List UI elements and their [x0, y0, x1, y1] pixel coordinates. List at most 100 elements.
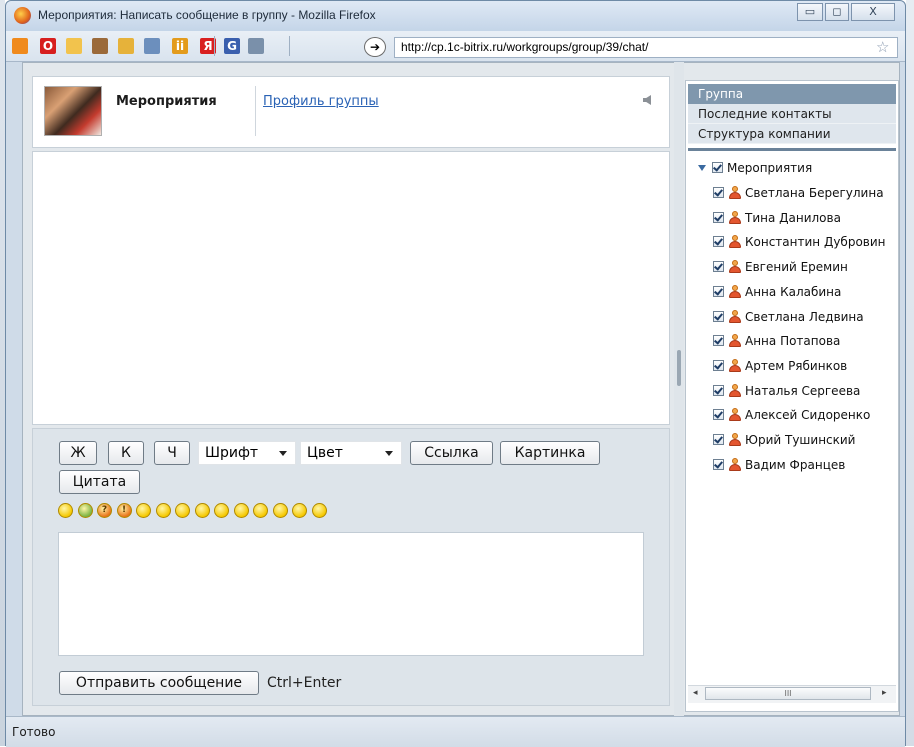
underline-button[interactable]: Ч: [154, 441, 190, 465]
chevron-down-icon: [279, 451, 287, 456]
italic-button[interactable]: К: [108, 441, 144, 465]
user-icon: [728, 408, 741, 422]
people-icon[interactable]: ii: [172, 38, 188, 54]
smile-icon[interactable]: [136, 503, 151, 518]
tree-member-item[interactable]: Наталья Сергеева: [713, 381, 860, 401]
tree-member-item[interactable]: Юрий Тушинский: [713, 430, 855, 450]
member-name: Наталья Сергеева: [745, 383, 861, 398]
checkbox-icon[interactable]: [713, 335, 724, 347]
checkbox-icon[interactable]: [712, 162, 723, 173]
font-select[interactable]: Шрифт: [198, 441, 296, 465]
link-button[interactable]: Ссылка: [410, 441, 493, 465]
scroll-left-icon[interactable]: ◂: [693, 688, 698, 698]
sync-smiley-icon[interactable]: [77, 503, 93, 518]
page-icon[interactable]: [144, 38, 160, 54]
opera-icon[interactable]: O: [40, 38, 56, 54]
user-icon: [728, 433, 741, 446]
sad-smiley-icon[interactable]: [155, 503, 171, 518]
rss-icon[interactable]: [12, 38, 28, 54]
close-button[interactable]: X: [851, 3, 895, 21]
kiss-smiley-icon[interactable]: [214, 503, 229, 518]
member-name: Светлана Берегулина: [745, 186, 884, 200]
tree-member-item[interactable]: Анна Калабина: [713, 282, 841, 302]
calendar-icon[interactable]: [248, 38, 264, 54]
splitter-grip-icon[interactable]: [677, 350, 681, 386]
tree-member-item[interactable]: Светлана Берегулина: [713, 183, 884, 203]
tree-member-item[interactable]: Вадим Францев: [713, 455, 845, 475]
member-name: Вадим Францев: [745, 457, 846, 472]
question-smiley-icon[interactable]: ?: [97, 503, 112, 518]
user-icon: [728, 383, 741, 397]
sidebar-tab-1[interactable]: Последние контакты: [688, 104, 896, 124]
laugh-smiley-icon[interactable]: [58, 503, 73, 518]
group-profile-link[interactable]: Профиль группы: [263, 94, 379, 109]
scroll-thumb[interactable]: III: [705, 687, 871, 700]
checkbox-icon[interactable]: [713, 384, 724, 396]
desktop-background-right: [906, 0, 914, 746]
user-icon: [728, 457, 741, 471]
tree-member-item[interactable]: Константин Дубровин: [713, 232, 886, 252]
user-icon: [728, 186, 741, 199]
panel-splitter[interactable]: [674, 62, 684, 716]
cry-smiley-icon[interactable]: [194, 503, 210, 518]
go-button[interactable]: ➔: [364, 37, 386, 57]
sidebar-tab-2[interactable]: Структура компании: [688, 124, 896, 144]
chart-icon[interactable]: [118, 38, 134, 54]
user-icon: [728, 309, 741, 323]
user-icon: [728, 334, 741, 348]
member-name: Тина Данилова: [745, 210, 841, 225]
tree-root-item[interactable]: Мероприятия: [696, 158, 812, 178]
color-select[interactable]: Цвет: [300, 441, 402, 465]
window-title: Мероприятия: Написать сообщение в группу…: [38, 8, 376, 22]
tree-member-item[interactable]: Тина Данилова: [713, 208, 841, 228]
checkbox-icon[interactable]: [713, 285, 724, 297]
address-bar[interactable]: http://cp.1c-bitrix.ru/workgroups/group/…: [394, 37, 898, 58]
group-header: [32, 76, 670, 148]
message-input[interactable]: [58, 532, 644, 656]
member-name: Анна Калабина: [745, 284, 842, 299]
group-avatar: [44, 86, 102, 136]
tag-icon[interactable]: [92, 38, 108, 54]
message-history[interactable]: [32, 151, 670, 425]
member-name: Константин Дубровин: [745, 235, 886, 250]
member-name: Юрий Тушинский: [745, 433, 856, 447]
checkbox-icon[interactable]: [713, 310, 724, 322]
sidebar-tab-0[interactable]: Группа: [688, 84, 896, 104]
tree-member-item[interactable]: Артем Рябинков: [713, 356, 847, 376]
scroll-right-icon[interactable]: ▸: [882, 688, 887, 698]
user-icon: [728, 235, 741, 249]
checkbox-icon[interactable]: [713, 458, 724, 470]
neutral-smiley-icon[interactable]: [311, 503, 327, 518]
bold-button[interactable]: Ж: [59, 441, 97, 465]
checkbox-icon[interactable]: [713, 261, 724, 273]
checkbox-icon[interactable]: [713, 359, 724, 371]
member-name: Евгений Еремин: [745, 260, 848, 275]
tree-member-item[interactable]: Светлана Ледвина: [713, 307, 864, 327]
maximize-button[interactable]: ◻: [825, 3, 849, 21]
frown-smiley-icon[interactable]: [175, 503, 190, 518]
happy-smiley-icon[interactable]: [292, 503, 307, 518]
member-name: Анна Потапова: [745, 334, 841, 349]
tree-member-item[interactable]: Алексей Сидоренко: [713, 405, 870, 425]
folder-icon[interactable]: [66, 38, 82, 54]
checkbox-icon[interactable]: [713, 409, 724, 421]
user-icon: [728, 260, 741, 274]
tree-member-item[interactable]: Анна Потапова: [713, 331, 840, 351]
google-icon[interactable]: G: [224, 38, 240, 54]
checkbox-icon[interactable]: [713, 187, 724, 198]
image-button[interactable]: Картинка: [500, 441, 600, 465]
bookmark-star-icon[interactable]: ☆: [876, 38, 889, 56]
checkbox-icon[interactable]: [713, 211, 724, 223]
exclamation-smiley-icon[interactable]: !: [116, 503, 132, 518]
header-divider: [255, 86, 256, 136]
surprised-smiley-icon[interactable]: [253, 503, 268, 518]
quote-button[interactable]: Цитата: [59, 470, 140, 494]
angry-smiley-icon[interactable]: [272, 503, 288, 518]
cool-smiley-icon[interactable]: [233, 503, 249, 518]
checkbox-icon[interactable]: [713, 434, 724, 445]
expand-arrow-icon[interactable]: [698, 165, 706, 171]
tree-member-item[interactable]: Евгений Еремин: [713, 257, 848, 277]
checkbox-icon[interactable]: [713, 236, 724, 248]
minimize-button[interactable]: ▭: [797, 3, 823, 21]
send-message-button[interactable]: Отправить сообщение: [59, 671, 259, 695]
